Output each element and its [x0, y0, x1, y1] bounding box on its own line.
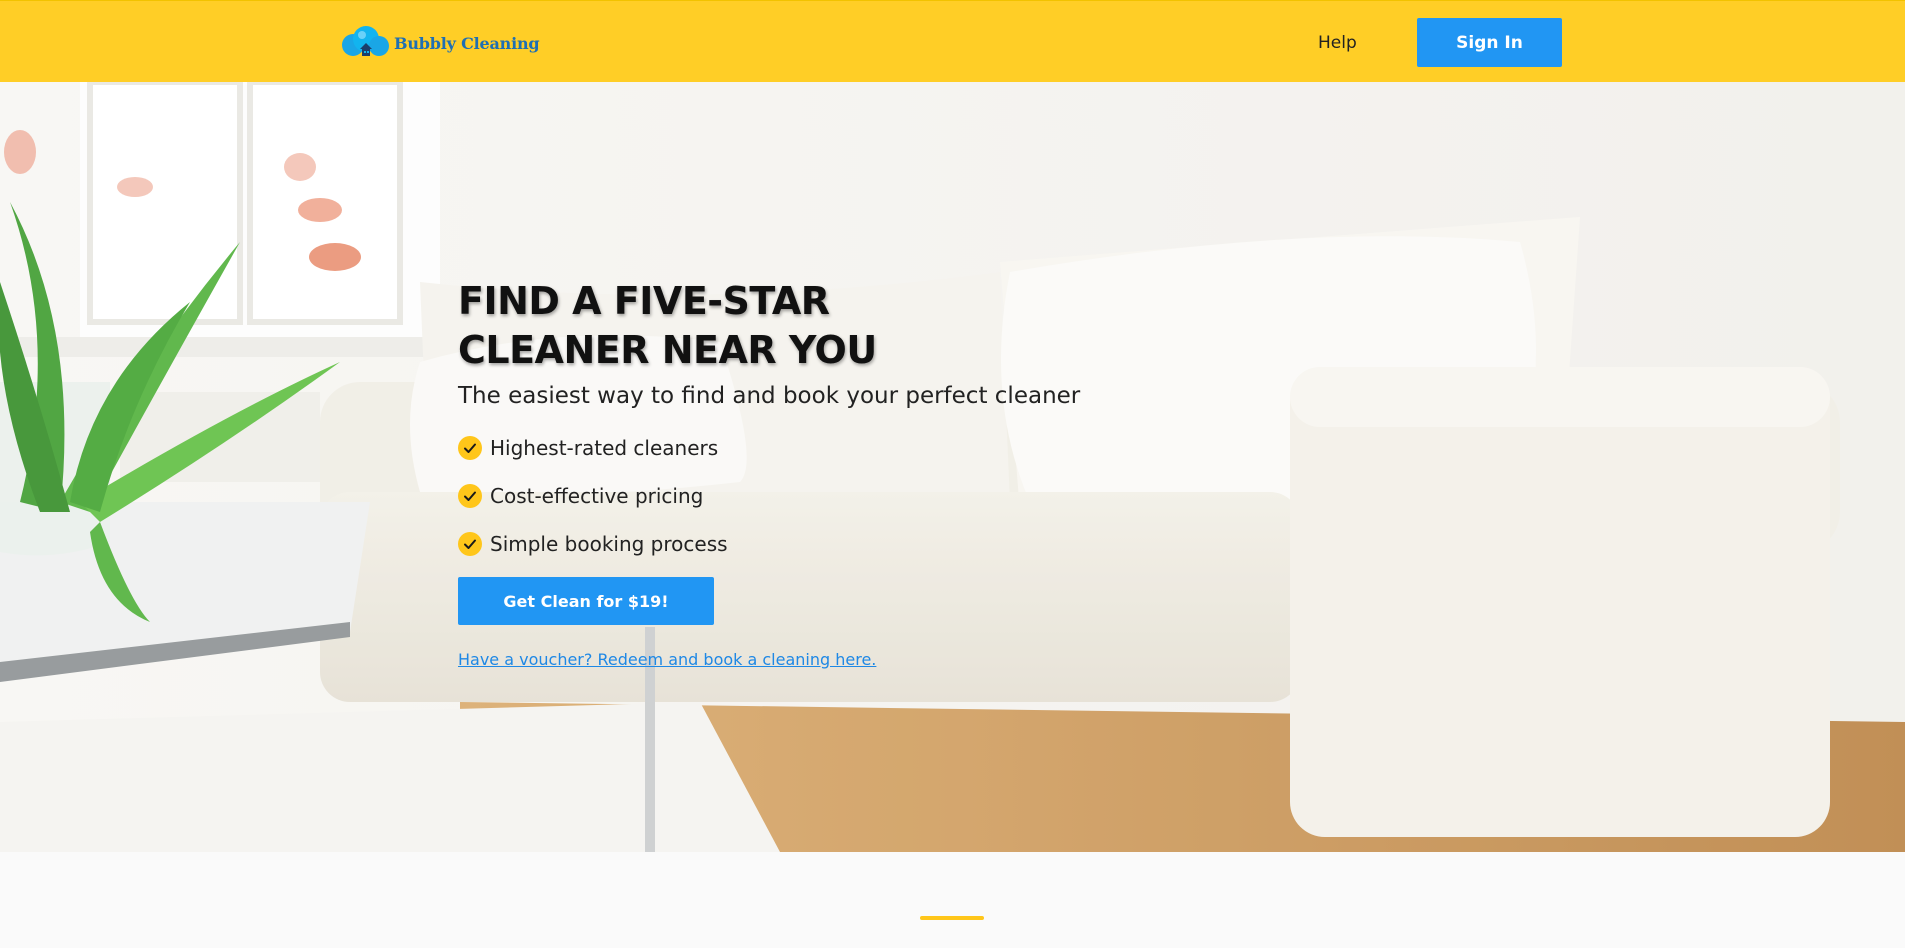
hero-title: FIND A FIVE-STAR CLEANER NEAR YOU [458, 277, 1158, 375]
voucher-redeem-link[interactable]: Have a voucher? Redeem and book a cleani… [458, 650, 876, 669]
hero-title-line-1: FIND A FIVE-STAR [458, 279, 830, 323]
feature-label: Cost-effective pricing [490, 484, 704, 508]
feature-label: Simple booking process [490, 532, 728, 556]
sign-in-button[interactable]: Sign In [1417, 18, 1562, 67]
feature-item: Highest-rated cleaners [458, 424, 1158, 472]
get-clean-button[interactable]: Get Clean for $19! [458, 577, 714, 625]
checkmark-icon [458, 532, 482, 556]
content-section [0, 852, 1905, 948]
hero-title-line-2: CLEANER NEAR YOU [458, 328, 877, 372]
checkmark-icon [458, 436, 482, 460]
help-link[interactable]: Help [1318, 33, 1357, 53]
logo[interactable]: Bubbly Cleaning [340, 25, 540, 61]
feature-list: Highest-rated cleaners Cost-effective pr… [458, 424, 1158, 568]
checkmark-icon [458, 484, 482, 508]
section-divider [920, 916, 984, 920]
logo-bubbles-house-icon [342, 26, 389, 56]
feature-label: Highest-rated cleaners [490, 436, 719, 460]
feature-item: Simple booking process [458, 520, 1158, 568]
feature-item: Cost-effective pricing [458, 472, 1158, 520]
site-header: Bubbly Cleaning Help Sign In [0, 0, 1905, 82]
hero-subtitle: The easiest way to find and book your pe… [458, 383, 1081, 409]
hero-content: FIND A FIVE-STAR CLEANER NEAR YOU The ea… [458, 277, 1158, 669]
hero-section: FIND A FIVE-STAR CLEANER NEAR YOU The ea… [0, 82, 1905, 852]
logo-text: Bubbly Cleaning [394, 33, 540, 53]
